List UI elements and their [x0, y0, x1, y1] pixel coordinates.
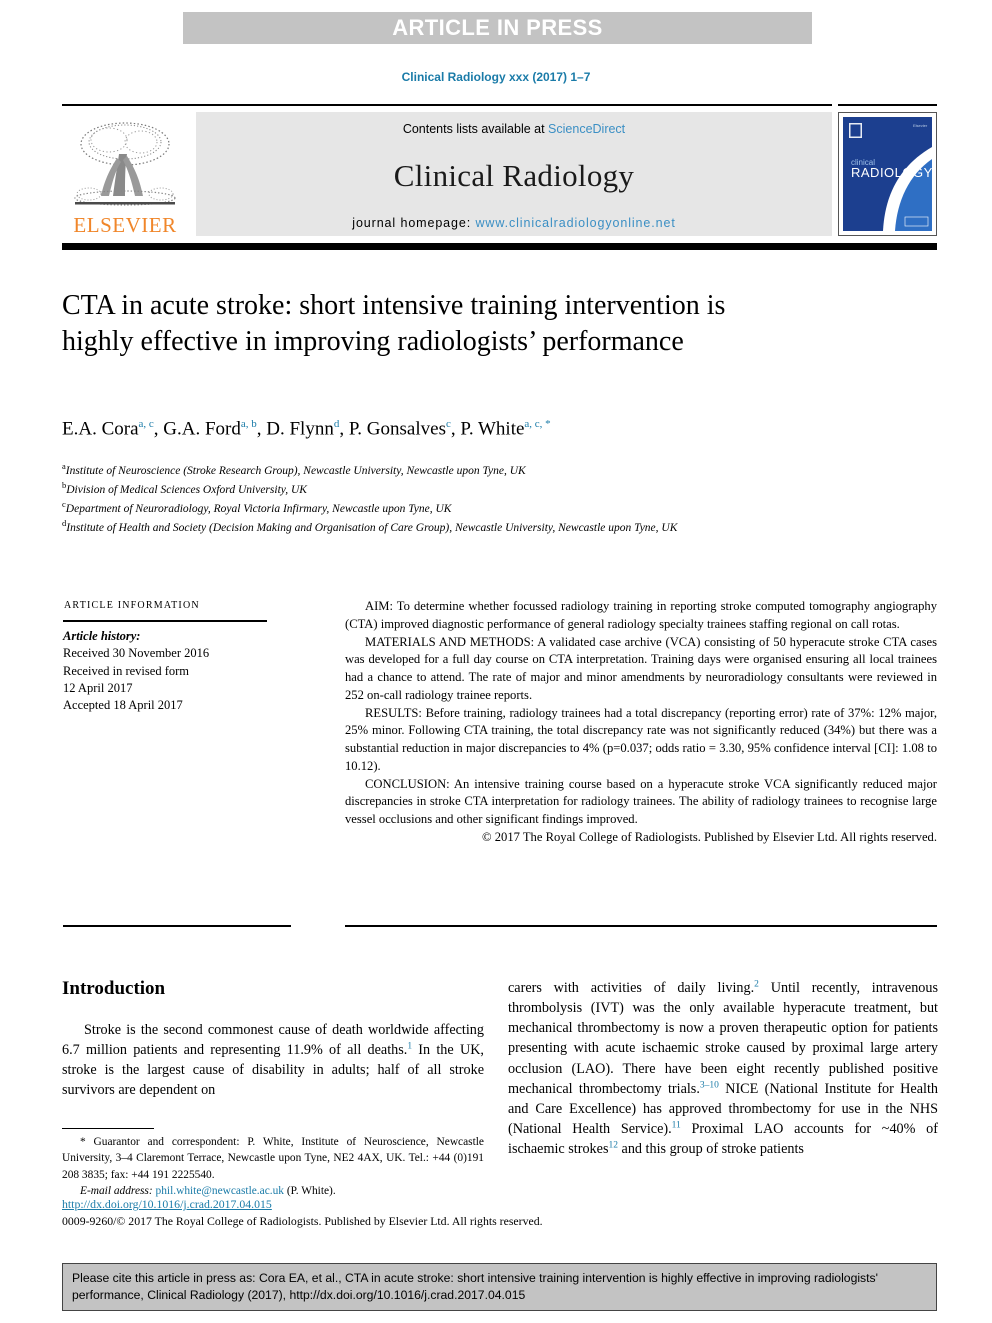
- citation-ref[interactable]: 3–10: [700, 1080, 719, 1090]
- paragraph: carers with activities of daily living.2…: [508, 978, 938, 1159]
- elsevier-tree-icon: [74, 122, 176, 206]
- affiliation-item: aInstitute of Neuroscience (Stroke Resea…: [62, 460, 842, 479]
- author-affil-marker-corresponding: a, c, *: [524, 418, 551, 430]
- elsevier-logo: ELSEVIER: [62, 112, 188, 236]
- intro-right-a: carers with activities of daily living.: [508, 980, 755, 996]
- abstract-materials-methods: MATERIALS AND METHODS: A validated case …: [345, 634, 937, 702]
- journal-masthead: ELSEVIER Contents lists available at Sci…: [62, 104, 937, 238]
- author-affil-marker: a, c: [138, 418, 154, 430]
- article-received-date: Received 30 November 2016: [63, 646, 210, 661]
- elsevier-wordmark: ELSEVIER: [73, 213, 177, 237]
- journal-cover-image: clinical RADIOLOGY Elsevier: [839, 113, 936, 235]
- cite-this-article-box: Please cite this article in press as: Co…: [62, 1263, 937, 1311]
- corresponding-author-note: * Guarantor and correspondent: P. White,…: [62, 1136, 484, 1181]
- author-affil-marker: a, b: [240, 418, 257, 430]
- article-revised-label: Received in revised form: [63, 663, 189, 678]
- journal-info-panel: Contents lists available at ScienceDirec…: [196, 112, 832, 236]
- contents-lists-line: Contents lists available at ScienceDirec…: [403, 122, 625, 136]
- author-name: P. Gonsalves: [348, 418, 446, 440]
- abstract-bottom-rule: [345, 925, 937, 927]
- author-name: E.A. Cora: [62, 418, 139, 440]
- affiliation-text: Institute of Neuroscience (Stroke Resear…: [65, 464, 526, 477]
- article-in-press-label: ARTICLE IN PRESS: [392, 15, 603, 40]
- page-title: CTA in acute stroke: short intensive tra…: [62, 290, 726, 357]
- article-history-block: Article history: Received 30 November 20…: [63, 628, 293, 714]
- footnote-separator-rule: [62, 1128, 154, 1129]
- journal-title: Clinical Radiology: [393, 158, 635, 193]
- intro-right-b: Until recently, intravenous thrombolysis…: [508, 980, 939, 1097]
- issn-copyright-line: 0009-9260/© 2017 The Royal College of Ra…: [62, 1213, 543, 1228]
- article-information-rule: [63, 620, 267, 622]
- svg-text:RADIOLOGY: RADIOLOGY: [851, 165, 933, 180]
- author-affil-marker: c: [445, 418, 451, 430]
- journal-homepage-link[interactable]: www.clinicalradiologyonline.net: [476, 216, 676, 230]
- introduction-right-column: carers with activities of daily living.2…: [508, 978, 938, 1159]
- paragraph: Stroke is the second commonest cause of …: [62, 1020, 484, 1101]
- masthead-bottom-bar: [62, 243, 937, 250]
- cite-this-article-text: Please cite this article in press as: Co…: [72, 1271, 878, 1303]
- abstract-copyright: © 2017 The Royal College of Radiologists…: [482, 829, 937, 844]
- affiliation-text: Department of Neuroradiology, Royal Vict…: [65, 503, 452, 516]
- author-list: E.A. Coraa, c, G.A. Forda, b, D. Flynnd,…: [62, 418, 551, 440]
- introduction-left-text: Stroke is the second commonest cause of …: [62, 1020, 484, 1101]
- journal-homepage-prefix: journal homepage:: [352, 216, 476, 230]
- author-name: G.A. Ford: [163, 418, 241, 440]
- abstract-block: AIM: To determine whether focussed radio…: [345, 598, 937, 847]
- article-info-bottom-rule: [63, 925, 291, 927]
- intro-right-e: and this group of stroke patients: [617, 1141, 804, 1158]
- masthead-top-rule: [62, 104, 832, 106]
- citation-ref[interactable]: 12: [608, 1141, 618, 1151]
- journal-cover-thumbnail: clinical RADIOLOGY Elsevier: [838, 112, 937, 236]
- author-name: P. White: [460, 418, 525, 440]
- correspondence-footnote: * Guarantor and correspondent: P. White,…: [62, 1134, 484, 1200]
- section-heading-introduction: Introduction: [62, 978, 166, 999]
- abstract-conclusion: CONCLUSION: An intensive training course…: [345, 776, 937, 827]
- doi-and-issn-block: http://dx.doi.org/10.1016/j.crad.2017.04…: [62, 1196, 622, 1230]
- citation-ref[interactable]: 11: [672, 1120, 681, 1130]
- sciencedirect-link[interactable]: ScienceDirect: [548, 122, 625, 136]
- contents-lists-prefix: Contents lists available at: [402, 122, 549, 136]
- article-revised-date: 12 April 2017: [63, 680, 133, 695]
- article-history-label: Article history:: [63, 629, 141, 643]
- affiliation-text: Institute of Health and Society (Decisio…: [66, 522, 678, 535]
- affiliation-item: cDepartment of Neuroradiology, Royal Vic…: [62, 498, 842, 517]
- journal-homepage-line: journal homepage: www.clinicalradiologyo…: [352, 216, 675, 230]
- abstract-aim: AIM: To determine whether focussed radio…: [345, 599, 937, 631]
- cover-top-rule: [838, 104, 937, 106]
- affiliation-list: aInstitute of Neuroscience (Stroke Resea…: [62, 460, 842, 537]
- author-name: D. Flynn: [266, 418, 334, 440]
- journal-reference-line: Clinical Radiology xxx (2017) 1–7: [401, 70, 591, 84]
- svg-text:Elsevier: Elsevier: [913, 123, 928, 128]
- affiliation-item: bDivision of Medical Sciences Oxford Uni…: [62, 479, 842, 498]
- abstract-results: RESULTS: Before training, radiology trai…: [345, 705, 937, 773]
- introduction-left-column: Introduction Stroke is the second common…: [62, 978, 484, 1101]
- article-in-press-banner: ARTICLE IN PRESS: [183, 12, 812, 44]
- affiliation-text: Division of Medical Sciences Oxford Univ…: [66, 483, 307, 496]
- author-affil-marker: d: [333, 418, 340, 430]
- affiliation-item: dInstitute of Health and Society (Decisi…: [62, 517, 842, 536]
- introduction-right-text: carers with activities of daily living.2…: [508, 978, 938, 1159]
- article-accepted-date: Accepted 18 April 2017: [63, 698, 183, 712]
- article-information-heading: Article information: [64, 600, 200, 611]
- doi-link[interactable]: http://dx.doi.org/10.1016/j.crad.2017.04…: [62, 1196, 622, 1213]
